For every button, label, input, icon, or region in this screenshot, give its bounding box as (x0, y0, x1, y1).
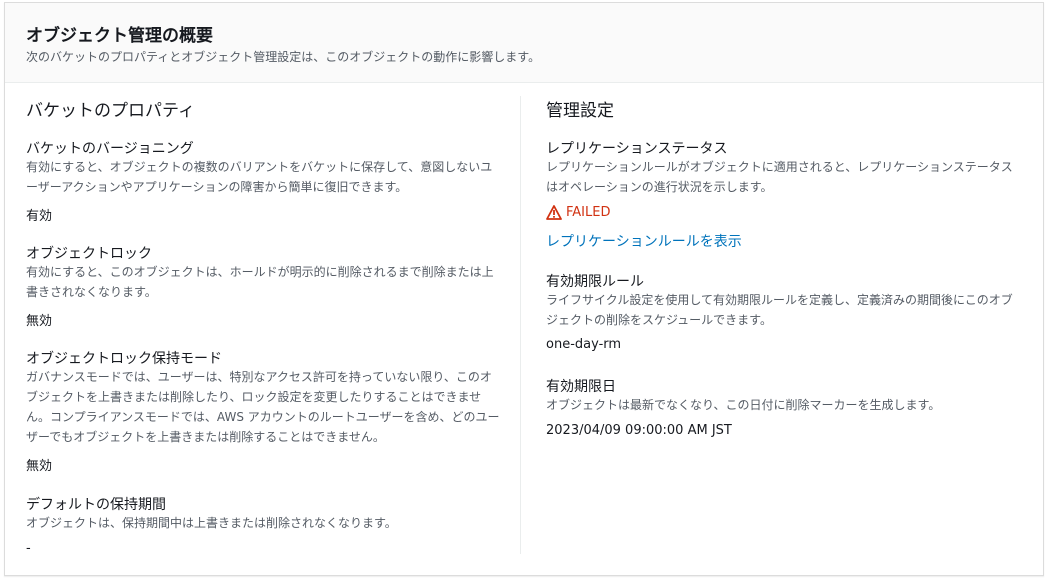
column-divider (520, 96, 521, 554)
panel-title: オブジェクト管理の概要 (26, 26, 213, 46)
management-settings-title: 管理設定 (546, 101, 614, 121)
versioning-description: 有効にすると、オブジェクトの複数のバリアントをバケットに保存して、意図しないユ … (26, 160, 493, 194)
versioning-label: バケットのバージョニング (26, 141, 194, 157)
replication-status-badge: FAILED (546, 205, 610, 220)
bucket-properties-title: バケットのプロパティ (26, 101, 195, 121)
retention-mode-description: ガバナンスモードでは、ユーザーは、特別なアクセス許可を持っていない限り、このオ … (26, 370, 500, 444)
default-retention-label: デフォルトの保持期間 (26, 497, 166, 513)
expiration-date-description: オブジェクトは最新でなくなり、この日付に削除マーカーを生成します。 (546, 398, 941, 412)
expiration-rule-label: 有効期限ルール (546, 274, 644, 290)
view-replication-rules-link[interactable]: レプリケーションルールを表示 (546, 231, 742, 251)
default-retention-value: - (26, 541, 31, 556)
panel-header: オブジェクト管理の概要 次のバケットのプロパティとオブジェクト管理設定は、このオ… (5, 3, 1043, 83)
expiration-rule-description: ライフサイクル設定を使用して有効期限ルールを定義し、定義済みの期間後にこのオブ … (546, 293, 1013, 327)
expiration-date-value: 2023/04/09 09:00:00 AM JST (546, 423, 732, 438)
retention-mode-label: オブジェクトロック保持モード (26, 351, 222, 367)
replication-status-description: レプリケーションルールがオブジェクトに適用されると、レプリケーションステータス … (546, 160, 1013, 194)
replication-status-label: レプリケーションステータス (546, 141, 728, 157)
expiration-rule-value: one-day-rm (546, 337, 622, 352)
object-lock-description: 有効にすると、このオブジェクトは、ホールドが明示的に削除されるまで削除または上 … (26, 265, 494, 299)
default-retention-description: オブジェクトは、保持期間中は上書きまたは削除されなくなります。 (26, 516, 397, 530)
versioning-value: 有効 (26, 209, 53, 224)
retention-mode-value: 無効 (26, 459, 53, 474)
object-lock-value: 無効 (26, 314, 53, 329)
replication-status-text: FAILED (566, 205, 611, 220)
expiration-date-label: 有効期限日 (546, 379, 616, 395)
panel-description: 次のバケットのプロパティとオブジェクト管理設定は、このオブジェクトの動作に影響し… (26, 50, 541, 64)
object-lock-label: オブジェクトロック (26, 246, 152, 262)
warning-icon (546, 205, 562, 220)
